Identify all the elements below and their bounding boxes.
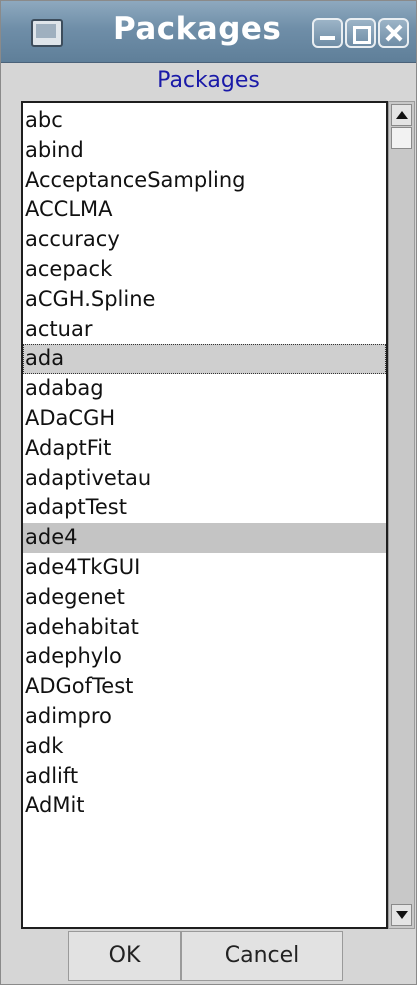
ok-button[interactable]: OK <box>68 931 181 981</box>
list-item[interactable]: ACCLMA <box>23 195 386 225</box>
arrow-up-icon[interactable] <box>391 104 412 126</box>
list-item[interactable]: adimpro <box>23 702 386 732</box>
app-icon[interactable] <box>31 19 63 47</box>
list-item[interactable]: adegenet <box>23 583 386 613</box>
cancel-button[interactable]: Cancel <box>181 931 343 981</box>
list-item[interactable]: AdMit <box>23 791 386 821</box>
list-item[interactable]: ade4TkGUI <box>23 553 386 583</box>
list-item[interactable]: actuar <box>23 315 386 345</box>
list-item[interactable]: abind <box>23 136 386 166</box>
list-item[interactable]: adehabitat <box>23 613 386 643</box>
list-item[interactable]: adaptTest <box>23 493 386 523</box>
scrollbar-thumb[interactable] <box>391 127 412 149</box>
window-title: Packages <box>113 11 282 47</box>
button-row: OK Cancel <box>1 929 416 986</box>
package-listbox[interactable]: abc abind AcceptanceSampling ACCLMA accuracy… <box>21 101 388 929</box>
list-item[interactable]: acepack <box>23 255 386 285</box>
packages-dialog: Packages Packages abc abind AcceptanceSamp… <box>0 0 417 985</box>
list-item[interactable]: ADaCGH <box>23 404 386 434</box>
maximize-icon[interactable] <box>345 18 376 48</box>
list-item[interactable]: aCGH.Spline <box>23 285 386 315</box>
list-item[interactable]: ADGofTest <box>23 672 386 702</box>
package-list[interactable]: abc abind AcceptanceSampling ACCLMA accuracy… <box>23 106 386 821</box>
vertical-scrollbar[interactable] <box>388 101 415 929</box>
close-icon[interactable] <box>378 18 409 48</box>
list-item[interactable]: abc <box>23 106 386 136</box>
list-item[interactable]: ada <box>23 344 386 375</box>
arrow-down-icon[interactable] <box>391 904 412 926</box>
minimize-icon[interactable] <box>312 18 343 48</box>
list-item[interactable]: adaptivetau <box>23 464 386 494</box>
list-item[interactable]: AcceptanceSampling <box>23 166 386 196</box>
list-heading: Packages <box>157 68 260 93</box>
list-item[interactable]: adabag <box>23 374 386 404</box>
title-bar[interactable]: Packages <box>1 1 416 63</box>
list-item[interactable]: accuracy <box>23 225 386 255</box>
list-item[interactable]: adk <box>23 732 386 762</box>
list-item[interactable]: adephylo <box>23 642 386 672</box>
list-item[interactable]: ade4 <box>23 523 386 553</box>
list-item[interactable]: adlift <box>23 762 386 792</box>
list-item[interactable]: AdaptFit <box>23 434 386 464</box>
